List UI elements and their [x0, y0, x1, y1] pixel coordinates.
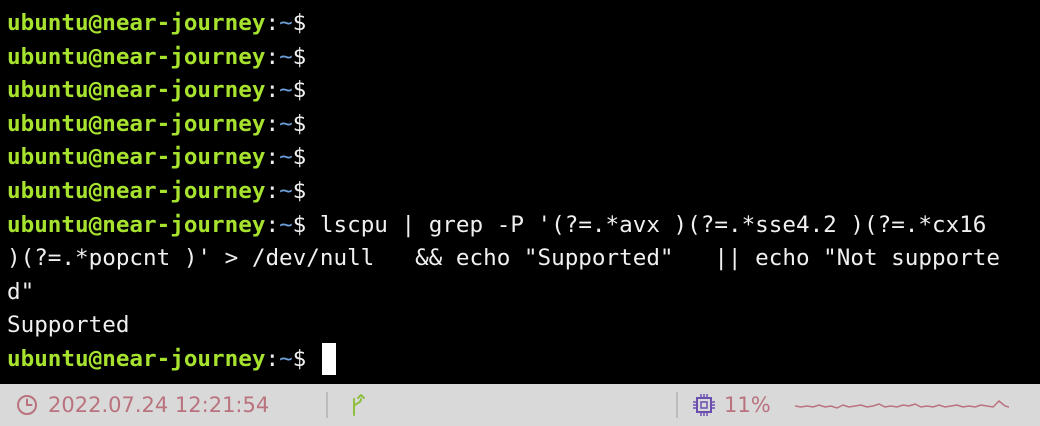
prompt-colon: :: [265, 345, 280, 372]
cpu-chip-icon: [692, 393, 716, 417]
prompt-colon: :: [265, 43, 280, 70]
prompt-symbol: $: [292, 177, 307, 204]
prompt-symbol: $: [292, 77, 307, 104]
cpu-segment[interactable]: 11%: [678, 384, 1009, 426]
prompt-symbol: $: [292, 110, 307, 137]
prompt-colon: :: [265, 10, 280, 36]
prompt-symbol: $: [292, 345, 307, 372]
command-line: ubuntu@near-journey:~$ lscpu | grep -P '…: [7, 209, 1040, 243]
prompt-path: ~: [279, 77, 293, 104]
prompt-user-host: ubuntu@near-journey: [7, 177, 266, 204]
terminal-window[interactable]: ubuntu@near-journey:~$ ubuntu@near-journ…: [0, 0, 1040, 384]
prompt-line-3: ubuntu@near-journey:~$: [7, 74, 1040, 108]
prompt-path: ~: [279, 144, 293, 171]
clock-segment[interactable]: 2022.07.24 12:21:54: [0, 384, 326, 426]
prompt-line-4: ubuntu@near-journey:~$: [7, 108, 1040, 142]
prompt-path: ~: [279, 43, 293, 70]
prompt-user-host: ubuntu@near-journey: [7, 345, 266, 372]
prompt-path: ~: [279, 10, 293, 36]
prompt-user-host: ubuntu@near-journey: [7, 43, 266, 70]
prompt-user-host: ubuntu@near-journey: [7, 144, 266, 171]
prompt-colon: :: [265, 110, 280, 137]
git-branch-icon: [350, 393, 366, 417]
prompt-user-host: ubuntu@near-journey: [7, 110, 266, 137]
status-bar: 2022.07.24 12:21:54 11%: [0, 384, 1040, 426]
clock-icon: [16, 394, 38, 416]
prompt-colon: :: [265, 211, 280, 238]
prompt-line-5: ubuntu@near-journey:~$: [7, 141, 1040, 175]
prompt-path: ~: [279, 110, 293, 137]
git-segment[interactable]: [328, 384, 676, 426]
prompt-path: ~: [279, 177, 293, 204]
prompt-colon: :: [265, 144, 280, 171]
prompt-user-host: ubuntu@near-journey: [7, 10, 266, 36]
command-text-1: lscpu | grep -P '(?=.*avx )(?=.*sse4.2 )…: [306, 211, 987, 238]
prompt-symbol: $: [292, 144, 307, 171]
prompt-line-2: ubuntu@near-journey:~$: [7, 41, 1040, 75]
prompt-symbol: $: [292, 10, 307, 36]
prompt-colon: :: [265, 77, 280, 104]
prompt-user-host: ubuntu@near-journey: [7, 77, 266, 104]
prompt-symbol: $: [292, 43, 307, 70]
command-output: Supported: [7, 312, 130, 339]
prompt-line-6: ubuntu@near-journey:~$: [7, 175, 1040, 209]
prompt-line-1: ubuntu@near-journey:~$: [7, 7, 1040, 41]
datetime-text: 2022.07.24 12:21:54: [48, 393, 270, 417]
prompt-symbol: $: [292, 211, 307, 238]
prompt-path: ~: [279, 345, 293, 372]
active-prompt-line[interactable]: ubuntu@near-journey:~$: [7, 342, 1040, 377]
cpu-sparkline: [794, 393, 1009, 418]
text-cursor: [321, 342, 336, 375]
cpu-usage-text: 11%: [724, 393, 771, 417]
command-text-3: d": [7, 278, 35, 305]
prompt-colon: :: [265, 177, 280, 204]
command-text-2: )(?=.*popcnt )' > /dev/null && echo "Sup…: [7, 245, 1000, 272]
prompt-path: ~: [279, 211, 293, 238]
prompt-user-host: ubuntu@near-journey: [7, 211, 266, 238]
